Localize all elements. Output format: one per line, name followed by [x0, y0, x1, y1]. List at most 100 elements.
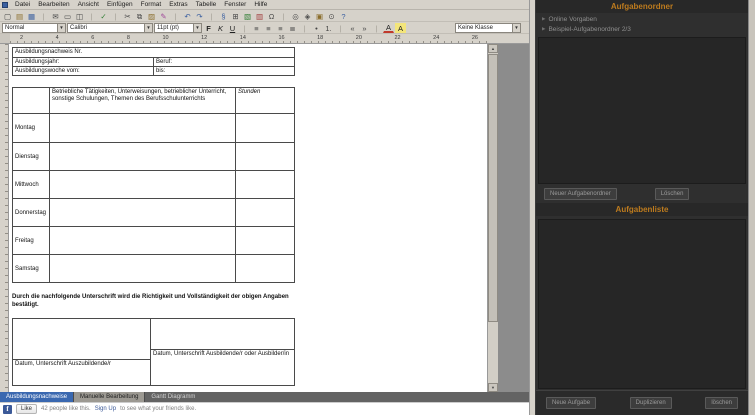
bold-icon[interactable]: F [203, 23, 214, 33]
new-folder-button[interactable]: Neuer Aufgabenordner [544, 188, 617, 200]
italic-icon[interactable]: K [215, 23, 226, 33]
undo-icon[interactable]: ↶ [182, 11, 193, 21]
chart-icon[interactable]: ▥ [254, 11, 265, 21]
day-label-cell[interactable]: Freitag [13, 227, 49, 254]
menu-item[interactable]: Extras [169, 1, 187, 8]
align-right-icon[interactable]: ≡ [275, 23, 286, 33]
day-activities-cell[interactable] [49, 255, 235, 282]
scrollbar-thumb[interactable] [488, 54, 498, 322]
chevron-down-icon[interactable]: ▼ [144, 23, 152, 32]
day-label-cell[interactable]: Dienstag [13, 143, 49, 170]
font-color-icon[interactable]: A [383, 23, 394, 33]
chevron-down-icon[interactable]: ▼ [193, 23, 201, 32]
print-preview-icon[interactable]: ◫ [74, 11, 85, 21]
day-hours-cell[interactable] [235, 114, 294, 142]
menu-item[interactable]: Format [141, 1, 162, 8]
day-hours-cell[interactable] [235, 255, 294, 282]
hyperlink-icon[interactable]: § [218, 11, 229, 21]
font-size-select[interactable]: 11pt (pt) ▼ [154, 22, 202, 33]
increase-indent-icon[interactable]: » [359, 23, 370, 33]
expand-triangle-icon[interactable]: ▶ [542, 16, 545, 22]
vertical-ruler[interactable] [0, 44, 9, 392]
day-activities-cell[interactable] [49, 199, 235, 226]
woche-vom-cell[interactable]: Ausbildungswoche vom: [13, 67, 153, 75]
day-activities-cell[interactable] [49, 227, 235, 254]
paste-icon[interactable]: ▨ [146, 11, 157, 21]
beruf-cell[interactable]: Beruf: [153, 58, 294, 66]
special-character-icon[interactable]: Ω [266, 11, 277, 21]
day-hours-cell[interactable] [235, 227, 294, 254]
folder-list-item[interactable]: ▶ Online Vorgaben [536, 14, 748, 24]
image-icon[interactable]: ▧ [242, 11, 253, 21]
menu-item[interactable]: Ansicht [78, 1, 99, 8]
panel-scrollbar[interactable] [748, 0, 755, 415]
expand-triangle-icon[interactable]: ▶ [542, 26, 545, 32]
document-page[interactable]: Ausbildungsnachweis Nr. Ausbildungsjahr:… [9, 44, 487, 392]
facebook-logo-icon[interactable]: f [3, 404, 12, 414]
horizontal-ruler[interactable]: 2 4 6 8 10 12 14 16 18 20 22 24 26 [0, 34, 529, 44]
tab-gantt-diagramm[interactable]: Gantt Diagramm [144, 392, 201, 402]
day-hours-cell[interactable] [235, 143, 294, 170]
day-activities-cell[interactable] [49, 114, 235, 142]
day-label-cell[interactable]: Samstag [13, 255, 49, 282]
font-name-select[interactable]: Calibri ▼ [67, 22, 153, 33]
cut-icon[interactable]: ✂ [122, 11, 133, 21]
spellcheck-icon[interactable]: ✓ [98, 11, 109, 21]
decrease-indent-icon[interactable]: « [347, 23, 358, 33]
numbered-list-icon[interactable]: 1. [323, 23, 334, 33]
align-left-icon[interactable]: ≡ [251, 23, 262, 33]
highlight-color-icon[interactable]: A [395, 22, 406, 33]
day-activities-cell[interactable] [49, 143, 235, 170]
signature-space[interactable] [13, 319, 150, 359]
save-icon[interactable]: ▦ [26, 11, 37, 21]
tab-manuelle-bearbeitung[interactable]: Manuelle Bearbeitung [73, 392, 145, 402]
facebook-signup-link[interactable]: Sign Up [95, 406, 116, 412]
signature-space[interactable] [151, 319, 294, 349]
gallery-icon[interactable]: ▣ [314, 11, 325, 21]
email-icon[interactable]: ✉ [50, 11, 61, 21]
nachweis-nr-cell[interactable]: Ausbildungsnachweis Nr. [13, 48, 294, 57]
day-label-cell[interactable]: Mittwoch [13, 171, 49, 198]
navigator-icon[interactable]: ◈ [302, 11, 313, 21]
bis-cell[interactable]: bis: [153, 67, 294, 75]
new-document-icon[interactable]: ▢ [2, 11, 13, 21]
delete-folder-button[interactable]: Löschen [654, 188, 690, 200]
menu-item[interactable]: Hilfe [254, 1, 267, 8]
chevron-down-icon[interactable]: ▼ [512, 23, 520, 32]
menu-item[interactable]: Fenster [224, 1, 246, 8]
format-paintbrush-icon[interactable]: ✎ [158, 11, 169, 21]
day-label-cell[interactable]: Donnerstag [13, 199, 49, 226]
open-document-icon[interactable]: ▤ [14, 11, 25, 21]
menu-item[interactable]: Einfügen [107, 1, 133, 8]
print-icon[interactable]: ▭ [62, 11, 73, 21]
delete-task-button[interactable]: löschen [705, 397, 738, 409]
pane-splitter[interactable] [529, 0, 536, 415]
scroll-up-icon[interactable]: ▲ [488, 44, 498, 53]
day-hours-cell[interactable] [235, 171, 294, 198]
folder-list-box[interactable] [538, 37, 746, 184]
task-list-box[interactable] [538, 219, 746, 389]
vertical-scrollbar[interactable]: ▲ ▼ [487, 44, 498, 392]
align-center-icon[interactable]: ≡ [263, 23, 274, 33]
redo-icon[interactable]: ↷ [194, 11, 205, 21]
menu-item[interactable]: Tabelle [196, 1, 217, 8]
signature-right-column[interactable]: Datum, Unterschrift Ausbildende/r oder A… [150, 319, 294, 385]
day-label-cell[interactable]: Montag [13, 114, 49, 142]
duplicate-task-button[interactable]: Duplizieren [629, 397, 672, 409]
header-empty-cell[interactable] [13, 88, 49, 113]
zoom-icon[interactable]: ⊙ [326, 11, 337, 21]
class-select[interactable]: Keine Klasse ▼ [455, 22, 521, 33]
copy-icon[interactable]: ⧉ [134, 11, 145, 21]
table-icon[interactable]: ⊞ [230, 11, 241, 21]
facebook-like-button[interactable]: Like [16, 404, 38, 414]
chevron-down-icon[interactable]: ▼ [57, 23, 65, 32]
menu-item[interactable]: Datei [15, 1, 30, 8]
scroll-down-icon[interactable]: ▼ [488, 383, 498, 392]
tab-ausbildungsnachweise[interactable]: Ausbildungsnachweise [0, 392, 74, 402]
folder-list-item[interactable]: ▶ Beispiel-Aufgabenordner 2/3 [536, 24, 748, 34]
bullet-list-icon[interactable]: • [311, 23, 322, 33]
day-activities-cell[interactable] [49, 171, 235, 198]
help-icon[interactable]: ? [338, 11, 349, 21]
day-hours-cell[interactable] [235, 199, 294, 226]
align-justify-icon[interactable]: ≣ [287, 23, 298, 33]
